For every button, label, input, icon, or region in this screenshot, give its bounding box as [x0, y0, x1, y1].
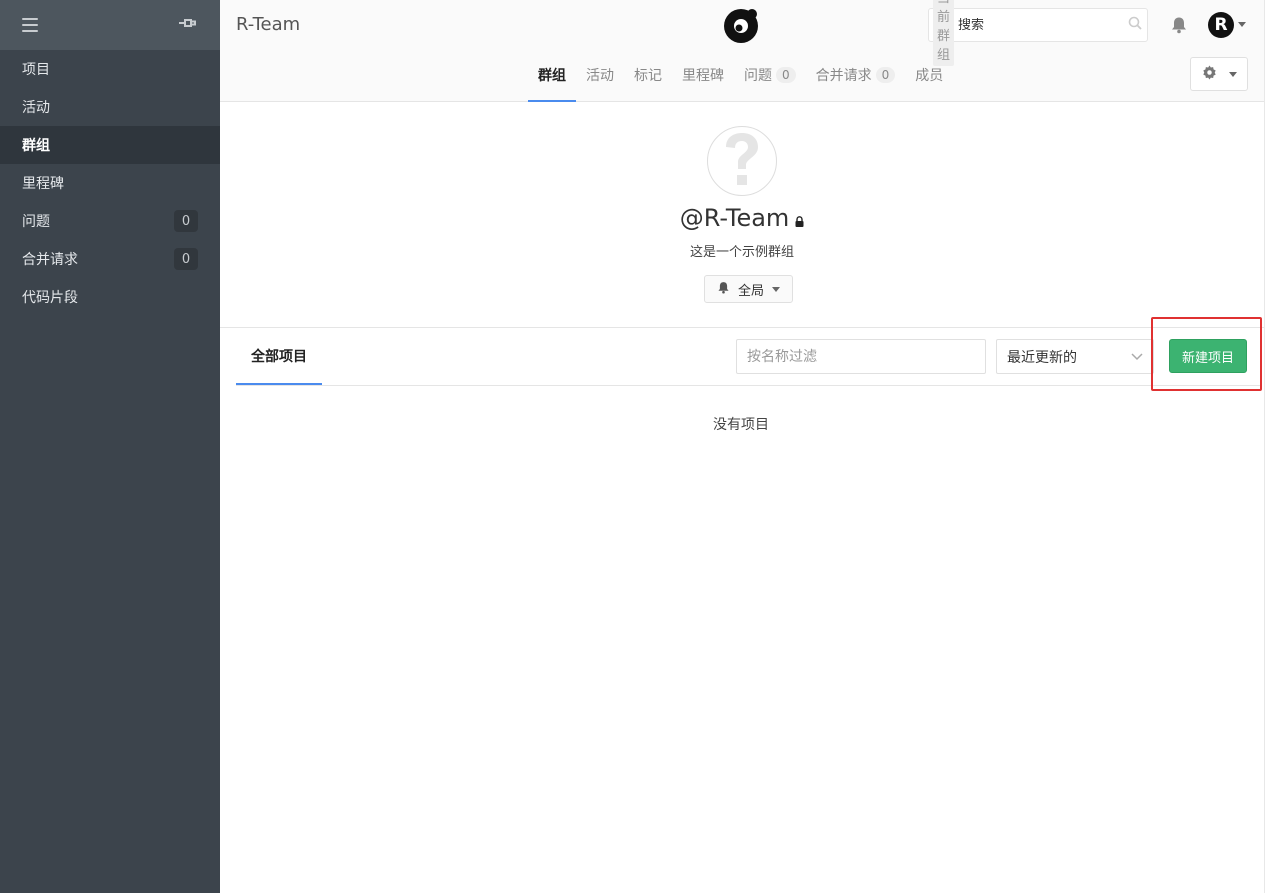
- group-description: 这是一个示例群组: [689, 245, 794, 260]
- tab-labels[interactable]: 标记: [624, 50, 672, 102]
- sidebar-item-label: 里程碑: [22, 176, 64, 192]
- projects-tab-underline: [236, 385, 1262, 386]
- sidebar-item-projects[interactable]: 项目: [0, 50, 220, 88]
- tab-count-badge: 0: [776, 67, 796, 83]
- tab-members[interactable]: 成员: [905, 50, 953, 102]
- tab-label: 标记: [634, 68, 662, 84]
- sidebar-item-label: 活动: [22, 100, 50, 116]
- page-title: R-Team: [236, 14, 301, 35]
- sidebar-item-merge-requests[interactable]: 合并请求 0: [0, 240, 220, 278]
- tab-activity[interactable]: 活动: [576, 50, 624, 102]
- sidebar-item-label: 合并请求: [22, 252, 78, 268]
- new-project-button[interactable]: 新建项目: [1169, 339, 1247, 373]
- tab-group[interactable]: 群组: [528, 50, 576, 102]
- notification-level-button[interactable]: 全局: [704, 275, 793, 303]
- tab-milestones[interactable]: 里程碑: [672, 50, 734, 102]
- tab-label: 里程碑: [682, 68, 724, 84]
- chevron-down-icon: [1131, 349, 1143, 365]
- sidebar-item-label: 代码片段: [22, 290, 78, 306]
- pin-icon[interactable]: [178, 16, 196, 34]
- app-logo-icon[interactable]: [722, 6, 760, 48]
- tab-count-badge: 0: [875, 67, 896, 83]
- tab-label: 活动: [586, 68, 614, 84]
- tab-label: 问题: [744, 68, 772, 84]
- chevron-down-icon: [772, 286, 780, 292]
- merge-requests-count-badge: 0: [174, 248, 198, 270]
- search-input[interactable]: [958, 17, 1129, 33]
- chevron-down-icon: [1228, 71, 1237, 77]
- group-tabs: 群组 活动 标记 里程碑 问题 0 合并请求 0 成员: [528, 50, 953, 102]
- tab-all-projects[interactable]: 全部项目: [236, 328, 322, 385]
- search-icon[interactable]: [1128, 16, 1142, 34]
- settings-dropdown-button[interactable]: [1190, 57, 1248, 91]
- tab-label: 合并请求: [815, 68, 872, 84]
- sidebar-header: [0, 0, 220, 50]
- top-header: R-Team 当前群组 R 群组 活动 标记 里程碑 问题0 合并请求0 成员: [220, 0, 1264, 102]
- search-box: 当前群组: [928, 0, 1148, 66]
- gear-icon: [1202, 64, 1217, 84]
- sort-select-value: 最近更新的: [1007, 349, 1077, 366]
- notification-level-label: 全局: [737, 283, 764, 299]
- scrollbar-track[interactable]: [1264, 0, 1280, 893]
- user-avatar[interactable]: R: [1208, 12, 1234, 38]
- sidebar-item-milestones[interactable]: 里程碑: [0, 164, 220, 202]
- sidebar: 项目 活动 群组 里程碑 问题 0 合并请求 0 代码片段: [0, 0, 220, 893]
- filter-by-name-input[interactable]: [736, 339, 986, 374]
- sidebar-nav: 项目 活动 群组 里程碑 问题 0 合并请求 0 代码片段: [0, 50, 220, 316]
- sidebar-item-groups[interactable]: 群组: [0, 126, 220, 164]
- tab-merge-requests[interactable]: 合并请求 0: [806, 50, 906, 102]
- section-divider: [220, 327, 1264, 328]
- group-handle: @R-Team: [642, 204, 842, 233]
- menu-toggle-icon[interactable]: [22, 18, 38, 32]
- empty-state-text: 没有项目: [713, 417, 769, 433]
- sidebar-item-activity[interactable]: 活动: [0, 88, 220, 126]
- sidebar-item-issues[interactable]: 问题 0: [0, 202, 220, 240]
- issues-count-badge: 0: [174, 210, 198, 232]
- tab-label: 成员: [915, 68, 944, 84]
- group-handle-text: @R-Team: [679, 204, 790, 232]
- notifications-bell-icon[interactable]: [1170, 16, 1188, 38]
- sidebar-item-label: 群组: [22, 138, 50, 154]
- user-menu-caret-icon[interactable]: [1238, 22, 1246, 27]
- group-avatar: [707, 126, 777, 196]
- sort-select[interactable]: 最近更新的: [996, 339, 1154, 374]
- sidebar-item-label: 问题: [22, 214, 50, 230]
- bell-icon: [717, 281, 730, 298]
- lock-icon: [795, 205, 804, 233]
- tab-label: 群组: [538, 68, 566, 84]
- sidebar-item-snippets[interactable]: 代码片段: [0, 278, 220, 316]
- sidebar-item-label: 项目: [22, 62, 50, 78]
- tab-issues[interactable]: 问题 0: [734, 50, 806, 102]
